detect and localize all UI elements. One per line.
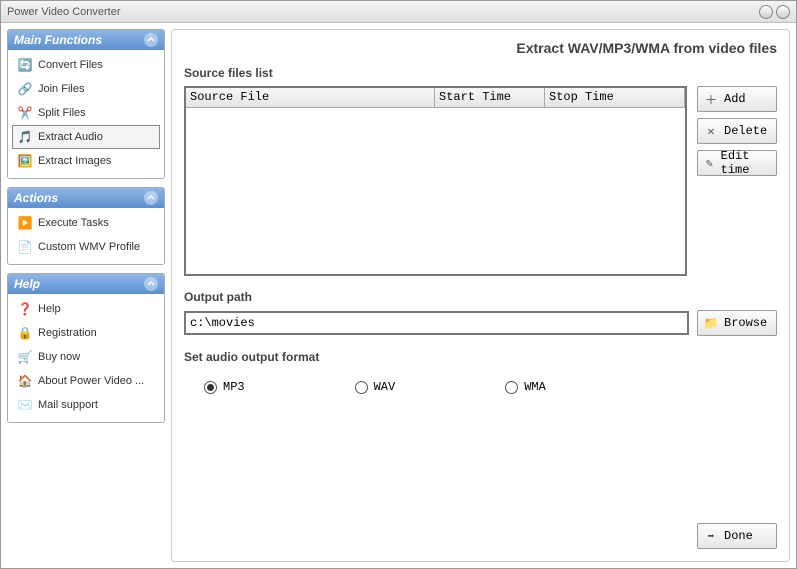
source-files-table[interactable]: Source File Start Time Stop Time — [184, 86, 687, 276]
app-title: Power Video Converter — [7, 6, 121, 18]
sidebar-item-label: Custom WMV Profile — [38, 241, 140, 253]
col-stop-time[interactable]: Stop Time — [545, 88, 685, 107]
output-path-value: c:\movies — [190, 316, 255, 330]
panel-actions: Actions ▶️ Execute Tasks 📄 Custom WMV Prof… — [7, 187, 165, 265]
plus-icon: ＋ — [704, 91, 718, 108]
sidebar-item-join-files[interactable]: 🔗 Join Files — [12, 77, 160, 101]
button-label: Browse — [724, 316, 767, 330]
edit-icon: ✎ — [704, 156, 715, 171]
panel-header-main-functions[interactable]: Main Functions — [8, 30, 164, 50]
sidebar-item-label: Mail support — [38, 399, 98, 411]
sidebar-item-help[interactable]: ❓ Help — [12, 297, 160, 321]
source-files-label: Source files list — [184, 66, 777, 80]
close-button[interactable] — [776, 5, 790, 19]
sidebar-item-label: Extract Audio — [38, 131, 103, 143]
add-button[interactable]: ＋ Add — [697, 86, 777, 112]
col-start-time[interactable]: Start Time — [435, 88, 545, 107]
sidebar-item-label: Buy now — [38, 351, 80, 363]
sidebar-item-label: About Power Video ... — [38, 375, 144, 387]
lock-icon: 🔒 — [17, 325, 33, 341]
chevron-up-icon — [144, 191, 158, 205]
button-label: Add — [724, 92, 746, 106]
folder-icon: 📁 — [704, 316, 718, 331]
sidebar-item-label: Join Files — [38, 83, 84, 95]
button-label: Delete — [724, 124, 767, 138]
home-icon: 🏠 — [17, 373, 33, 389]
panel-title: Help — [14, 277, 40, 291]
edit-time-button[interactable]: ✎ Edit time — [697, 150, 777, 176]
sidebar-item-registration[interactable]: 🔒 Registration — [12, 321, 160, 345]
sidebar-item-about[interactable]: 🏠 About Power Video ... — [12, 369, 160, 393]
page-title: Extract WAV/MP3/WMA from video files — [184, 38, 777, 62]
audio-icon: 🎵 — [17, 129, 33, 145]
radio-icon — [204, 381, 217, 394]
image-icon: 🖼️ — [17, 153, 33, 169]
delete-button[interactable]: ✕ Delete — [697, 118, 777, 144]
radio-wma[interactable]: WMA — [505, 380, 546, 394]
col-source-file[interactable]: Source File — [186, 88, 435, 107]
output-path-label: Output path — [184, 290, 777, 304]
body: Main Functions 🔄 Convert Files 🔗 Join File… — [1, 23, 796, 568]
radio-label: WAV — [374, 380, 396, 394]
panel-header-actions[interactable]: Actions — [8, 188, 164, 208]
radio-label: WMA — [524, 380, 546, 394]
app-window: Power Video Converter Main Functions 🔄 Co… — [0, 0, 797, 569]
panel-main-functions: Main Functions 🔄 Convert Files 🔗 Join File… — [7, 29, 165, 179]
radio-icon — [505, 381, 518, 394]
format-label: Set audio output format — [184, 350, 777, 364]
sidebar-item-label: Registration — [38, 327, 97, 339]
help-icon: ❓ — [17, 301, 33, 317]
sidebar-item-label: Help — [38, 303, 61, 315]
convert-icon: 🔄 — [17, 57, 33, 73]
sidebar-item-convert-files[interactable]: 🔄 Convert Files — [12, 53, 160, 77]
sidebar-item-label: Split Files — [38, 107, 86, 119]
titlebar: Power Video Converter — [1, 1, 796, 23]
radio-wav[interactable]: WAV — [355, 380, 396, 394]
profile-icon: 📄 — [17, 239, 33, 255]
execute-icon: ▶️ — [17, 215, 33, 231]
sidebar-item-label: Execute Tasks — [38, 217, 109, 229]
panel-title: Main Functions — [14, 33, 102, 47]
main-content: Extract WAV/MP3/WMA from video files Sou… — [171, 29, 790, 562]
button-label: Edit time — [721, 149, 770, 177]
browse-button[interactable]: 📁 Browse — [697, 310, 777, 336]
sidebar-item-buy-now[interactable]: 🛒 Buy now — [12, 345, 160, 369]
split-icon: ✂️ — [17, 105, 33, 121]
mail-icon: ✉️ — [17, 397, 33, 413]
sidebar-item-label: Convert Files — [38, 59, 103, 71]
sidebar: Main Functions 🔄 Convert Files 🔗 Join File… — [7, 29, 165, 562]
done-button[interactable]: ➡ Done — [697, 523, 777, 549]
join-icon: 🔗 — [17, 81, 33, 97]
output-path-input[interactable]: c:\movies — [184, 311, 689, 335]
panel-help: Help ❓ Help 🔒 Registration 🛒 Buy now 🏠 About… — [7, 273, 165, 423]
radio-mp3[interactable]: MP3 — [204, 380, 245, 394]
radio-icon — [355, 381, 368, 394]
x-icon: ✕ — [704, 124, 718, 139]
sidebar-item-custom-wmv[interactable]: 📄 Custom WMV Profile — [12, 235, 160, 259]
panel-header-help[interactable]: Help — [8, 274, 164, 294]
sidebar-item-execute-tasks[interactable]: ▶️ Execute Tasks — [12, 211, 160, 235]
arrow-right-icon: ➡ — [704, 529, 718, 544]
sidebar-item-label: Extract Images — [38, 155, 111, 167]
radio-label: MP3 — [223, 380, 245, 394]
sidebar-item-extract-images[interactable]: 🖼️ Extract Images — [12, 149, 160, 173]
chevron-up-icon — [144, 277, 158, 291]
minimize-button[interactable] — [759, 5, 773, 19]
sidebar-item-extract-audio[interactable]: 🎵 Extract Audio — [12, 125, 160, 149]
cart-icon: 🛒 — [17, 349, 33, 365]
button-label: Done — [724, 529, 753, 543]
chevron-up-icon — [144, 33, 158, 47]
panel-title: Actions — [14, 191, 58, 205]
sidebar-item-mail-support[interactable]: ✉️ Mail support — [12, 393, 160, 417]
table-header: Source File Start Time Stop Time — [186, 88, 685, 108]
sidebar-item-split-files[interactable]: ✂️ Split Files — [12, 101, 160, 125]
